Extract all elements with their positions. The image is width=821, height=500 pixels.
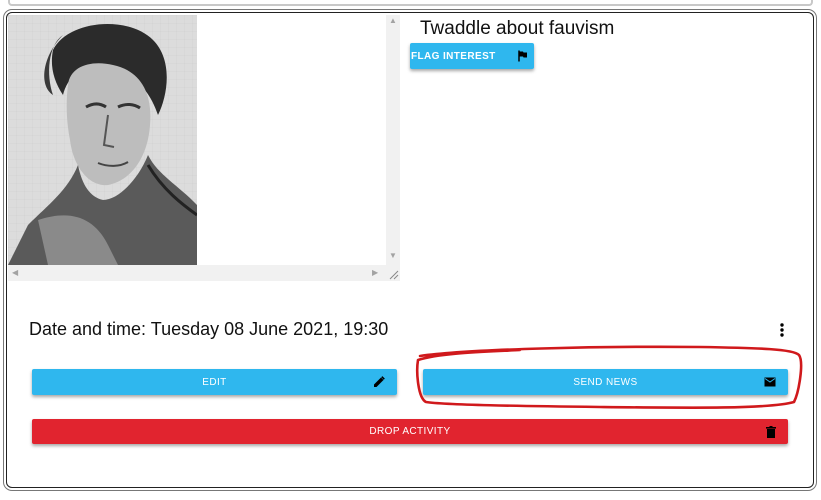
activity-datetime: Date and time: Tuesday 08 June 2021, 19:… — [29, 319, 389, 339]
vertical-scrollbar[interactable]: ▲ ▼ — [386, 15, 400, 265]
drop-activity-button-label: DROP ACTIVITY — [369, 426, 451, 437]
send-news-button[interactable]: SEND NEWS — [423, 369, 788, 395]
previous-card-edge — [8, 0, 813, 6]
send-news-button-label: SEND NEWS — [573, 376, 638, 388]
edit-button-label: EDIT — [202, 376, 227, 388]
scroll-right-arrow-icon[interactable]: ▶ — [372, 269, 378, 277]
flag-interest-label: FLAG INTEREST — [411, 50, 496, 62]
scroll-down-arrow-icon[interactable]: ▼ — [389, 252, 397, 260]
edit-button[interactable]: EDIT — [32, 369, 397, 395]
more-vertical-icon[interactable] — [772, 318, 792, 342]
image-scroll-pane[interactable]: ▲ ▼ ◀ ▶ — [8, 15, 400, 281]
trash-icon — [766, 425, 776, 438]
pencil-icon — [373, 376, 385, 388]
activity-title: Twaddle about fauvism — [420, 18, 615, 39]
flag-icon — [518, 50, 528, 62]
envelope-icon — [764, 377, 776, 387]
horizontal-scrollbar[interactable]: ◀ ▶ — [8, 265, 386, 281]
scroll-up-arrow-icon[interactable]: ▲ — [389, 17, 397, 25]
scroll-left-arrow-icon[interactable]: ◀ — [12, 269, 18, 277]
portrait-sketch-image — [8, 15, 198, 265]
resize-handle-icon[interactable] — [386, 265, 400, 281]
drop-activity-button[interactable]: DROP ACTIVITY — [32, 419, 788, 444]
flag-interest-button[interactable]: FLAG INTEREST — [410, 43, 534, 69]
